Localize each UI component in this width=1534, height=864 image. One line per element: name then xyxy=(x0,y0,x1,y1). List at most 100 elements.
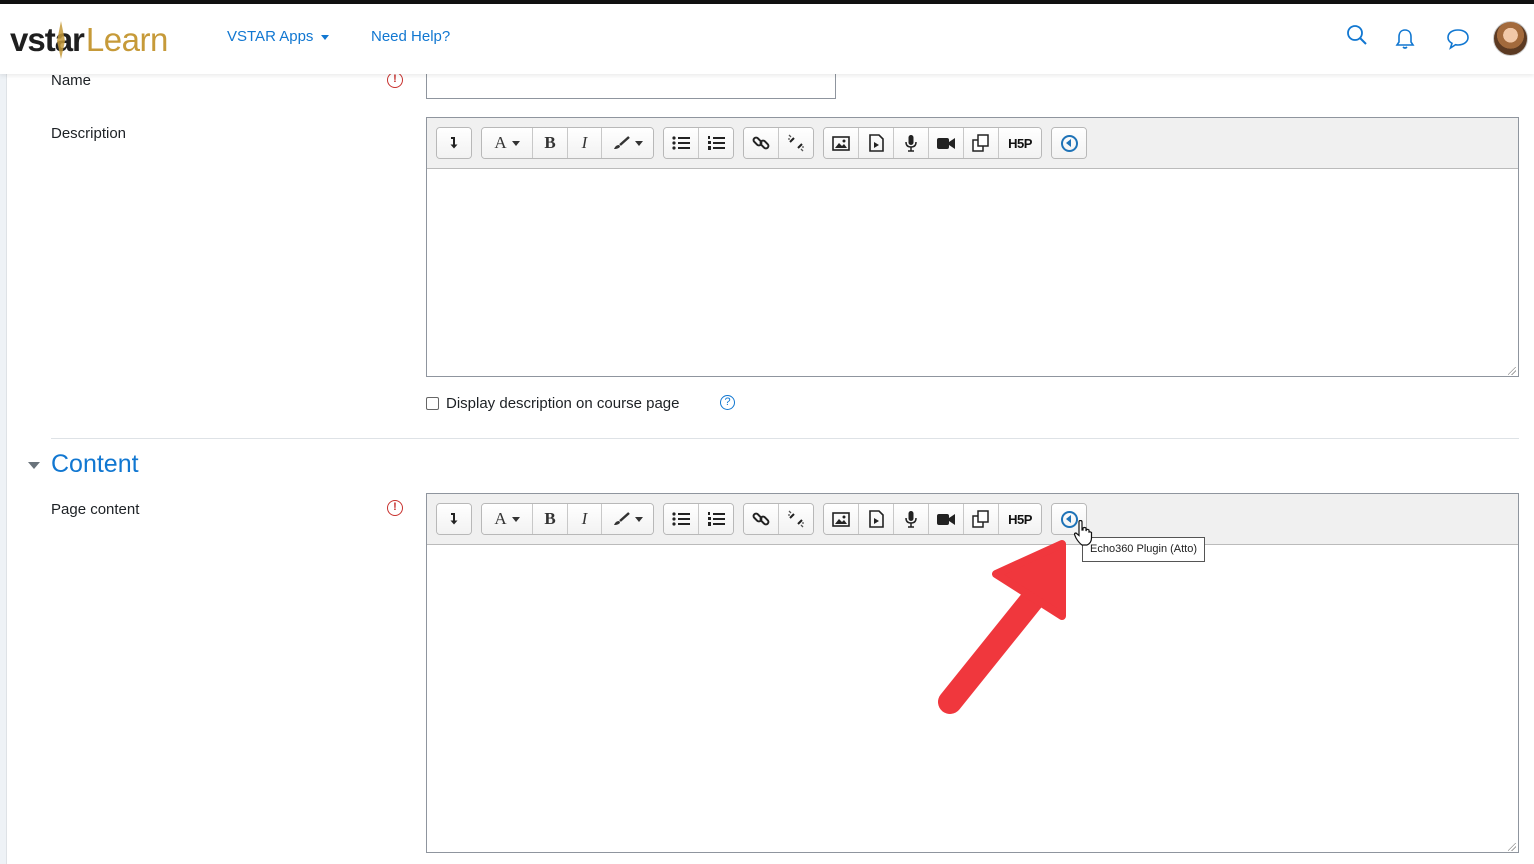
bold-button[interactable]: B xyxy=(533,504,568,534)
collapse-button[interactable] xyxy=(437,504,471,534)
echo360-plugin-button[interactable] xyxy=(1052,128,1086,158)
insert-h5p-button[interactable]: H5P xyxy=(999,128,1041,158)
video-camera-icon xyxy=(937,137,955,149)
record-audio-button[interactable] xyxy=(894,128,929,158)
display-description-label[interactable]: Display description on course page xyxy=(446,395,679,412)
page-content-label: Page content xyxy=(51,501,140,518)
unlink-button[interactable] xyxy=(779,128,813,158)
media-file-icon xyxy=(868,510,884,528)
caret-down-icon xyxy=(634,140,643,146)
paragraph-style-button[interactable]: A xyxy=(482,128,533,158)
chat-icon[interactable] xyxy=(1446,28,1470,50)
insert-image-button[interactable] xyxy=(824,128,859,158)
files-icon xyxy=(972,510,989,528)
toolbar-group-style: A B I xyxy=(481,503,654,535)
logo-text-learn: Learn xyxy=(85,21,168,58)
description-editor: A B I H5P xyxy=(426,117,1519,377)
toolbar-group-links xyxy=(743,503,814,535)
microphone-icon xyxy=(905,511,917,528)
manage-files-button[interactable] xyxy=(964,128,999,158)
unordered-list-button[interactable] xyxy=(664,504,699,534)
logo-star-icon xyxy=(57,21,65,59)
avatar[interactable] xyxy=(1493,21,1528,56)
toolbar-group-echo360 xyxy=(1051,127,1087,159)
echo360-tooltip: Echo360 Plugin (Atto) xyxy=(1082,537,1206,562)
section-divider xyxy=(51,438,1519,439)
caret-down-icon xyxy=(634,516,643,522)
collapse-arrow-icon xyxy=(450,137,458,149)
caret-down-icon xyxy=(511,140,520,146)
link-icon xyxy=(752,136,770,150)
image-icon xyxy=(832,511,850,527)
h5p-icon: H5P xyxy=(1008,135,1032,151)
italic-button[interactable]: I xyxy=(568,504,602,534)
insert-image-button[interactable] xyxy=(824,504,859,534)
unordered-list-icon xyxy=(672,136,690,150)
record-video-button[interactable] xyxy=(929,128,964,158)
microphone-icon xyxy=(905,135,917,152)
toolbar-group-style: A B I xyxy=(481,127,654,159)
name-input[interactable] xyxy=(426,74,836,99)
unlink-icon xyxy=(788,510,804,528)
vstar-apps-dropdown[interactable]: VSTAR Apps xyxy=(227,28,330,45)
hand-cursor-icon xyxy=(1073,520,1093,546)
record-audio-button[interactable] xyxy=(894,504,929,534)
unlink-icon xyxy=(788,134,804,152)
ordered-list-icon xyxy=(708,512,725,526)
site-logo[interactable]: vstar Learn xyxy=(10,18,168,62)
resize-grip-icon[interactable] xyxy=(1508,843,1516,851)
clear-format-button[interactable] xyxy=(602,504,653,534)
collapse-button[interactable] xyxy=(437,128,471,158)
unordered-list-icon xyxy=(672,512,690,526)
resize-grip-icon[interactable] xyxy=(1508,367,1516,375)
ordered-list-button[interactable] xyxy=(699,504,733,534)
collapse-arrow-icon xyxy=(450,513,458,525)
media-file-icon xyxy=(868,134,884,152)
display-description-checkbox[interactable] xyxy=(426,397,439,410)
unordered-list-button[interactable] xyxy=(664,128,699,158)
brush-icon xyxy=(613,512,630,525)
need-help-link[interactable]: Need Help? xyxy=(371,28,450,45)
ordered-list-icon xyxy=(708,136,725,150)
files-icon xyxy=(972,134,989,152)
description-label: Description xyxy=(51,125,127,142)
content-section-title[interactable]: Content xyxy=(51,450,139,479)
required-icon: ! xyxy=(387,500,403,516)
collapse-caret-icon[interactable] xyxy=(28,462,40,469)
toolbar-group-lists xyxy=(663,503,734,535)
toolbar-group-lists xyxy=(663,127,734,159)
toolbar-group-media: H5P xyxy=(823,127,1042,159)
insert-media-button[interactable] xyxy=(859,504,894,534)
video-camera-icon xyxy=(937,513,955,525)
link-icon xyxy=(752,512,770,526)
caret-down-icon xyxy=(321,34,330,40)
vstar-apps-label: VSTAR Apps xyxy=(227,28,314,45)
h5p-icon: H5P xyxy=(1008,511,1032,527)
insert-media-button[interactable] xyxy=(859,128,894,158)
bold-button[interactable]: B xyxy=(533,128,568,158)
toolbar-group-links xyxy=(743,127,814,159)
required-icon: ! xyxy=(387,72,403,88)
paragraph-style-button[interactable]: A xyxy=(482,504,533,534)
link-button[interactable] xyxy=(744,128,779,158)
logo-text-vs: vs xyxy=(10,21,46,58)
left-drawer-edge xyxy=(0,74,7,864)
font-a-icon: A xyxy=(494,133,507,152)
unlink-button[interactable] xyxy=(779,504,813,534)
bell-icon[interactable] xyxy=(1395,28,1415,50)
italic-button[interactable]: I xyxy=(568,128,602,158)
name-label: Name xyxy=(51,72,92,89)
annotation-arrow-icon xyxy=(938,540,1066,714)
toolbar-group-collapse xyxy=(436,127,472,159)
clear-format-button[interactable] xyxy=(602,128,653,158)
caret-down-icon xyxy=(511,516,520,522)
top-navbar: vstar Learn VSTAR Apps Need Help? xyxy=(0,4,1534,74)
ordered-list-button[interactable] xyxy=(699,128,733,158)
search-icon[interactable] xyxy=(1346,24,1368,46)
link-button[interactable] xyxy=(744,504,779,534)
toolbar-group-collapse xyxy=(436,503,472,535)
font-a-icon: A xyxy=(494,509,507,528)
help-icon[interactable]: ? xyxy=(720,395,735,410)
brush-icon xyxy=(613,136,630,149)
description-textarea[interactable] xyxy=(427,170,1518,377)
